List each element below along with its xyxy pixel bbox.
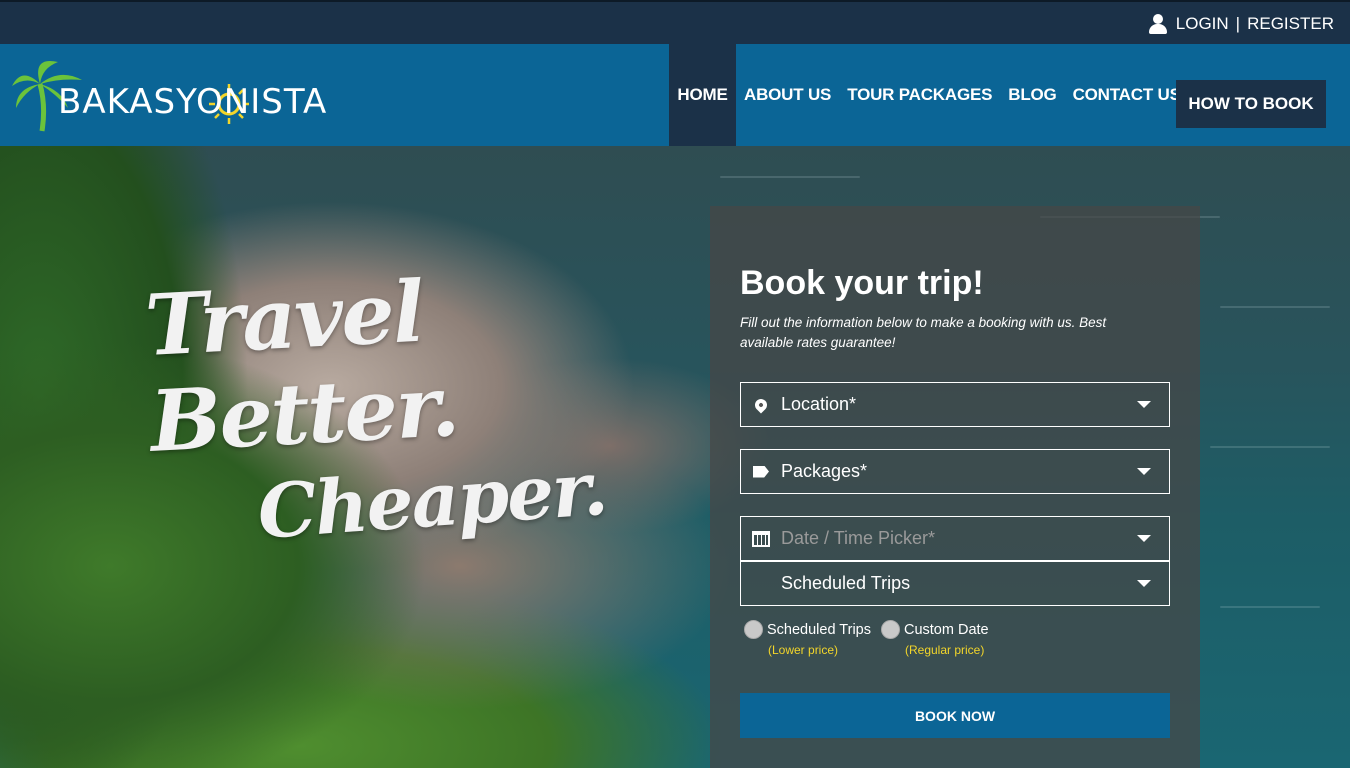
user-icon xyxy=(1148,14,1167,34)
schedule-select[interactable]: Scheduled Trips xyxy=(740,561,1170,606)
radio-label: Custom Date xyxy=(903,621,989,638)
tag-icon xyxy=(753,465,769,478)
how-to-book-button[interactable]: HOW TO BOOK xyxy=(1176,80,1326,128)
radio-note: (Lower price) xyxy=(768,643,839,657)
booking-title: Book your trip! xyxy=(740,264,984,302)
date-time-picker[interactable]: Date / Time Picker* xyxy=(740,516,1170,561)
wave-decoration xyxy=(1220,306,1330,308)
site-logo[interactable]: BAKASYONISTA xyxy=(12,56,372,136)
brand-name: BAKASYONISTA xyxy=(58,82,328,122)
nav-home[interactable]: HOME xyxy=(669,44,736,146)
booking-panel: Book your trip! Fill out the information… xyxy=(710,206,1200,768)
scheduled-trips-radio[interactable]: Scheduled Trips (Lower price) xyxy=(744,620,871,657)
location-pin-icon xyxy=(752,396,770,413)
wave-decoration xyxy=(720,176,860,178)
auth-links: LOGIN | REGISTER xyxy=(1148,14,1334,34)
packages-select[interactable]: Packages* xyxy=(740,449,1170,494)
site-header: BAKASYONISTA HOME ABOUT US TOUR PACKAGES… xyxy=(0,44,1350,146)
radio-circle[interactable] xyxy=(880,620,900,639)
register-link[interactable]: REGISTER xyxy=(1247,14,1334,34)
tagline-line-1: Travel Better. xyxy=(142,261,460,471)
hero-tagline: Travel Better. Cheaper. xyxy=(143,262,668,556)
radio-circle[interactable] xyxy=(744,620,763,639)
nav-about-us[interactable]: ABOUT US xyxy=(744,85,831,105)
nav-blog[interactable]: BLOG xyxy=(1008,85,1057,105)
chevron-down-icon xyxy=(1137,535,1151,542)
wave-decoration xyxy=(1210,446,1330,448)
custom-date-radio[interactable]: Custom Date (Regular price) xyxy=(880,620,989,657)
hero-section: Travel Better. Cheaper. Book your trip! … xyxy=(0,146,1350,768)
wave-decoration xyxy=(1220,606,1320,608)
trip-type-options: Scheduled Trips (Lower price) Custom Dat… xyxy=(744,620,999,657)
location-select[interactable]: Location* xyxy=(740,382,1170,427)
booking-subtitle: Fill out the information below to make a… xyxy=(740,315,1107,350)
radio-note: (Regular price) xyxy=(904,643,985,657)
chevron-down-icon xyxy=(1137,468,1151,475)
calendar-icon xyxy=(752,530,770,547)
location-select-value: Location* xyxy=(781,394,857,414)
auth-separator: | xyxy=(1235,14,1241,33)
date-time-placeholder: Date / Time Picker* xyxy=(781,528,936,548)
radio-label: Scheduled Trips xyxy=(767,621,871,638)
top-bar: LOGIN | REGISTER xyxy=(0,0,1350,44)
nav-contact-us[interactable]: CONTACT US xyxy=(1073,85,1181,105)
book-now-button[interactable]: BOOK NOW xyxy=(740,693,1170,738)
packages-select-value: Packages* xyxy=(781,461,868,481)
chevron-down-icon xyxy=(1137,580,1151,587)
nav-tour-packages[interactable]: TOUR PACKAGES xyxy=(847,85,992,105)
login-link[interactable]: LOGIN xyxy=(1176,14,1229,34)
chevron-down-icon xyxy=(1137,401,1151,408)
main-nav: HOME ABOUT US TOUR PACKAGES BLOG CONTACT… xyxy=(669,44,1181,146)
schedule-select-value: Scheduled Trips xyxy=(781,573,911,593)
